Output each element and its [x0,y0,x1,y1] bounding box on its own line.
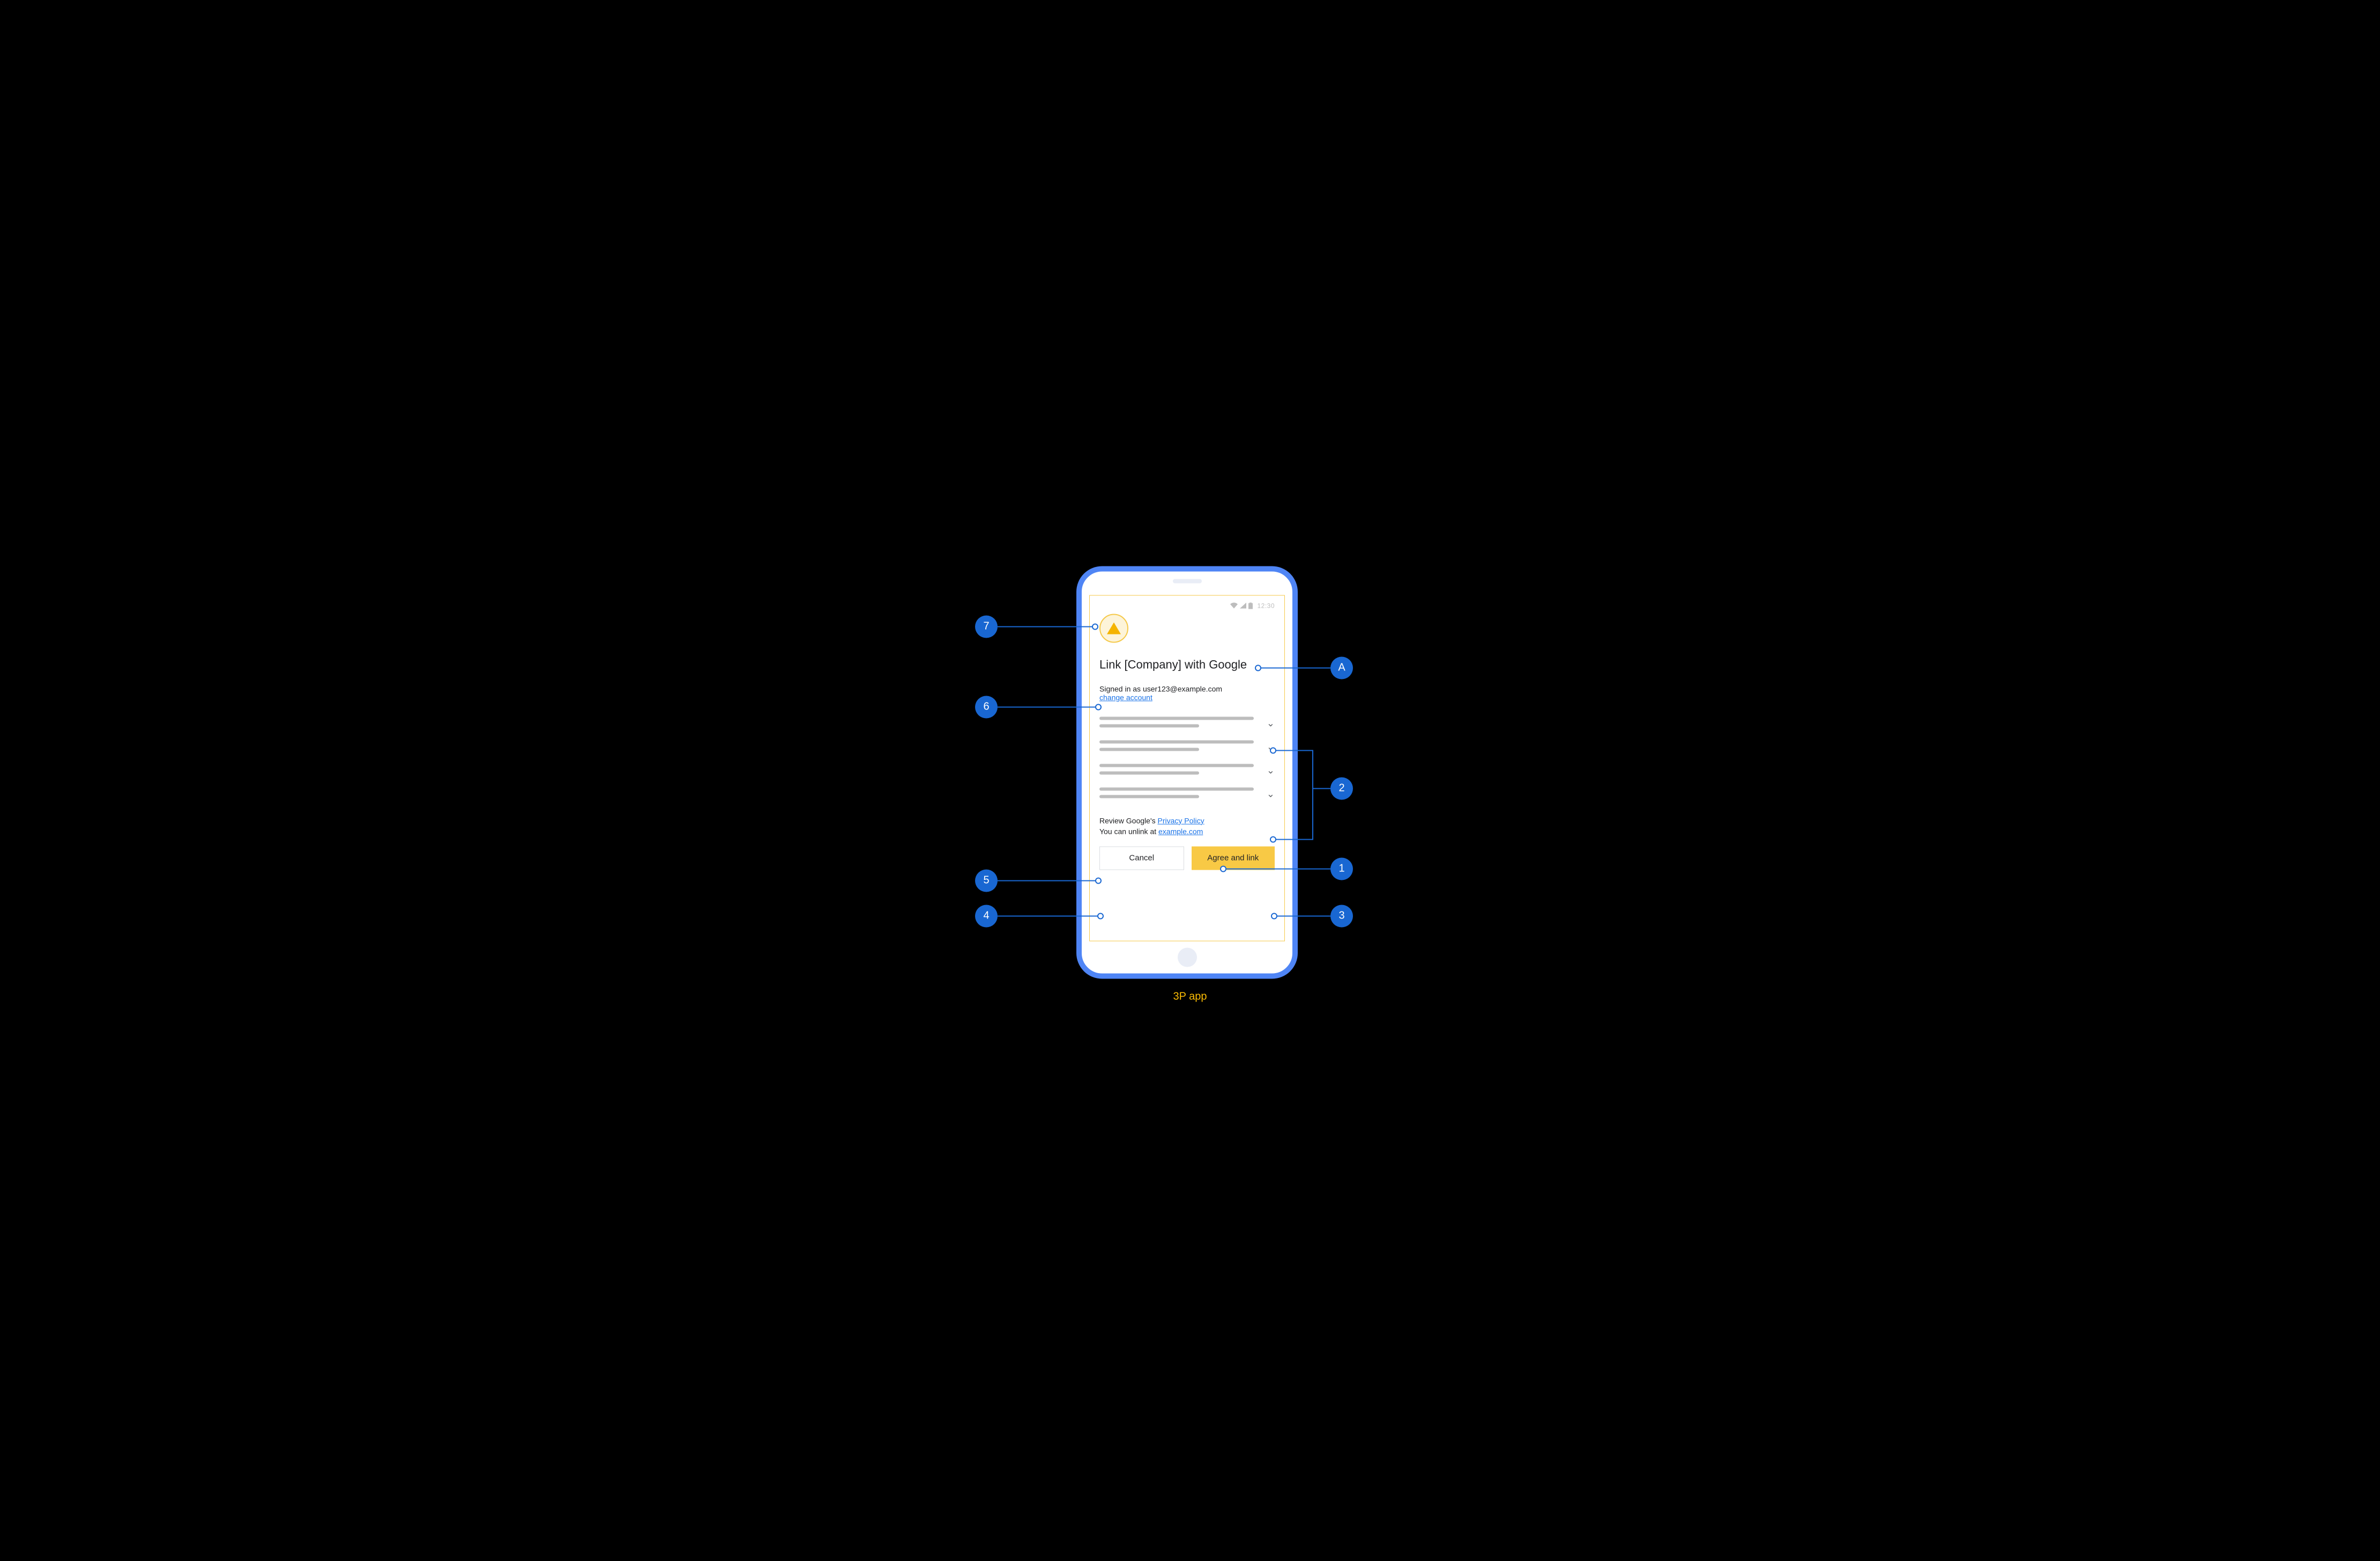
signed-in-row: Signed in as user123@example.com change … [1099,684,1275,701]
unlink-prefix: You can unlink at [1099,827,1158,835]
cell-signal-icon [1240,603,1246,609]
status-bar: 12:30 [1099,601,1275,610]
signed-in-email: user123@example.com [1143,684,1222,693]
phone-home-button [1178,947,1197,967]
callout-3: 3 [1330,905,1353,927]
callout-5: 5 [975,869,998,892]
callout-6: 6 [975,696,998,718]
chevron-down-icon: ⌄ [1267,718,1275,729]
diagram-caption: 3P app [1173,990,1207,1003]
signed-in-label: Signed in as [1099,684,1143,693]
button-row: Cancel Agree and link [1099,846,1275,870]
wifi-icon [1230,603,1238,609]
unlink-row: You can unlink at example.com [1099,827,1275,835]
privacy-prefix: Review Google's [1099,816,1158,825]
agree-and-link-button[interactable]: Agree and link [1192,846,1275,870]
chevron-down-icon: ⌄ [1267,788,1275,800]
permission-item[interactable]: ⌄ [1099,737,1275,760]
privacy-row: Review Google's Privacy Policy [1099,816,1275,825]
permission-item[interactable]: ⌄ [1099,784,1275,808]
unlink-link[interactable]: example.com [1158,827,1203,835]
callout-2: 2 [1330,777,1353,800]
company-logo [1099,614,1128,643]
phone-frame: 12:30 Link [Company] with Google Signed … [1076,566,1298,979]
callout-A: A [1330,656,1353,679]
chevron-down-icon: ⌄ [1267,765,1275,776]
page-title: Link [Company] with Google [1099,658,1275,671]
battery-icon [1248,602,1253,609]
permission-item[interactable]: ⌄ [1099,713,1275,737]
status-time: 12:30 [1257,602,1275,609]
consent-screen: 12:30 Link [Company] with Google Signed … [1089,595,1285,941]
permission-item[interactable]: ⌄ [1099,760,1275,784]
chevron-down-icon: ⌄ [1267,741,1275,752]
change-account-link[interactable]: change account [1099,693,1152,701]
diagram-stage: 12:30 Link [Company] with Google Signed … [824,540,1556,1021]
cancel-button[interactable]: Cancel [1099,846,1184,870]
permissions-list: ⌄ ⌄ ⌄ ⌄ [1099,713,1275,808]
privacy-policy-link[interactable]: Privacy Policy [1158,816,1204,825]
triangle-icon [1107,622,1121,634]
callout-7: 7 [975,615,998,638]
phone-speaker [1173,579,1202,583]
callout-4: 4 [975,905,998,927]
callout-1: 1 [1330,857,1353,880]
